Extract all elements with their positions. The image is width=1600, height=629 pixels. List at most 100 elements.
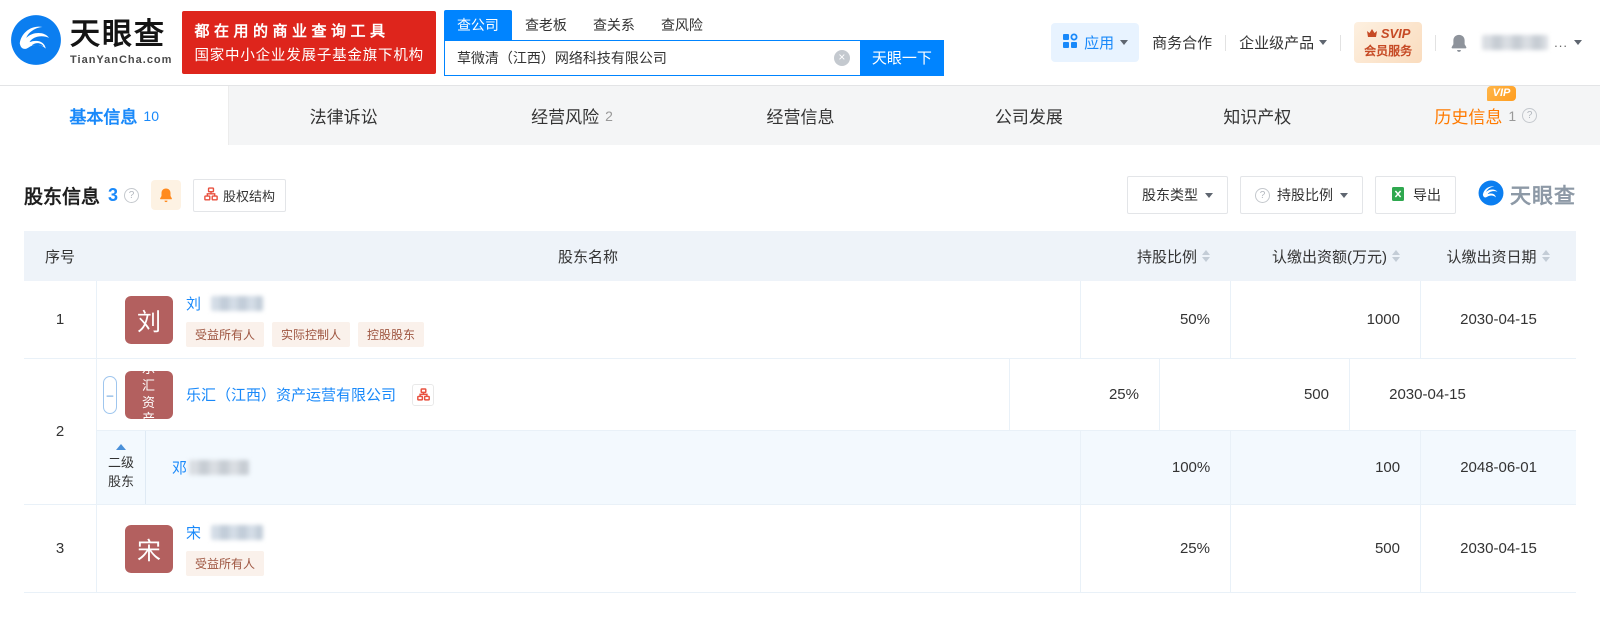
search-tab-risk[interactable]: 查风险 — [648, 10, 716, 40]
holding-ratio-filter[interactable]: 持股比例 — [1240, 176, 1363, 214]
redacted-name — [211, 295, 264, 311]
chevron-down-icon — [1319, 40, 1328, 45]
col-header-amount[interactable]: 认缴出资额(万元) — [1230, 246, 1420, 267]
shareholder-name-cell: 刘 刘 受益所有人 实际控制人 控股股东 — [96, 281, 1080, 358]
tianyancha-logo[interactable]: 天眼查 TianYanCha.com — [10, 14, 172, 71]
tab-count: 2 — [605, 107, 613, 124]
divider — [1435, 34, 1437, 51]
subscribed-date-value: 2030-04-15 — [1420, 281, 1576, 358]
search-tab-boss[interactable]: 查老板 — [512, 10, 580, 40]
col-header-no: 序号 — [44, 248, 75, 266]
table-header-row: 序号 股东名称 持股比例 认缴出资额(万元) 认缴出资日期 — [24, 231, 1576, 281]
search-area: 查公司 查老板 查关系 查风险 天眼一下 — [443, 9, 944, 76]
row-number: 2 — [55, 423, 65, 440]
search-input[interactable] — [443, 39, 860, 76]
holding-ratio-value: 100% — [1080, 431, 1230, 504]
banner-line2: 国家中小企业发展子基金旗下机构 — [194, 48, 424, 64]
second-level-label: 二级股东 — [97, 431, 146, 504]
shareholder-name-cell: 邓 — [146, 431, 1080, 504]
equity-structure-icon[interactable] — [412, 383, 435, 406]
sort-icon[interactable] — [1541, 250, 1550, 262]
holding-ratio-value: 50% — [1080, 281, 1230, 358]
table-row: 3 宋 宋 受益所有人 25% 500 2030-04-15 — [24, 505, 1576, 593]
tab-count: 10 — [143, 107, 159, 124]
redacted-name — [188, 460, 249, 475]
tab-intellectual-property[interactable]: 知识产权 — [1143, 86, 1371, 145]
subscribed-amount-value: 100 — [1230, 431, 1420, 504]
tianyancha-watermark-icon — [1478, 180, 1504, 211]
tab-operation-info[interactable]: 经营信息 — [686, 86, 914, 145]
subscribed-date-value: 2030-04-15 — [1349, 359, 1505, 430]
shareholder-name-cell: 宋 宋 受益所有人 — [96, 505, 1080, 592]
notifications-bell-icon[interactable] — [1449, 33, 1469, 53]
header: 天眼查 TianYanCha.com 都在用的商业查询工具 国家中小企业发展子基… — [0, 0, 1600, 85]
svip-membership-button[interactable]: SVIP 会员服务 — [1354, 22, 1423, 63]
subscribed-date-value: 2048-06-01 — [1420, 431, 1576, 504]
chevron-down-icon — [1120, 40, 1129, 45]
vip-badge: VIP — [1486, 86, 1517, 101]
search-tab-company[interactable]: 查公司 — [443, 9, 512, 40]
tab-company-development[interactable]: 公司发展 — [915, 86, 1143, 145]
logo-title: 天眼查 — [70, 17, 166, 51]
role-tag: 受益所有人 — [186, 550, 265, 576]
tab-operation-risk[interactable]: 经营风险 2 — [458, 86, 686, 145]
equity-structure-button[interactable]: 股权结构 — [193, 178, 287, 212]
user-name-ellipsis: ... — [1554, 35, 1568, 50]
enterprise-products-link[interactable]: 企业级产品 — [1239, 32, 1328, 53]
shareholder-link[interactable]: 宋 — [186, 522, 201, 543]
search-tabs: 查公司 查老板 查关系 查风险 — [443, 9, 944, 40]
row-number: 3 — [55, 540, 65, 557]
sort-icon[interactable] — [1392, 250, 1400, 262]
col-header-ratio[interactable]: 持股比例 — [1080, 246, 1230, 267]
apps-menu-label: 应用 — [1084, 35, 1115, 52]
role-tag: 受益所有人 — [186, 321, 265, 347]
main-content: 股东信息 3 股权结构 股东类型 持股比例 — [0, 175, 1600, 593]
excel-icon — [1390, 186, 1406, 205]
org-chart-icon — [204, 186, 218, 204]
subscribed-amount-value: 500 — [1159, 359, 1349, 430]
app-grid-icon — [1062, 33, 1078, 53]
section-count: 3 — [108, 184, 119, 205]
shareholder-type-filter[interactable]: 股东类型 — [1127, 176, 1228, 214]
search-button[interactable]: 天眼一下 — [859, 39, 944, 76]
export-button[interactable]: 导出 — [1375, 176, 1456, 214]
help-icon[interactable] — [124, 187, 140, 203]
avatar: 刘 — [125, 295, 173, 344]
shareholder-link[interactable]: 刘 — [186, 293, 201, 314]
tab-basic-info[interactable]: 基本信息 10 — [0, 86, 230, 145]
user-account-menu[interactable]: ... — [1482, 35, 1582, 50]
subscribed-amount-value: 500 — [1230, 505, 1420, 592]
help-icon[interactable] — [1522, 108, 1538, 123]
role-tag: 实际控制人 — [272, 321, 351, 347]
shareholder-name-cell: 乐汇资产 乐汇（江西）资产运营有限公司 — [97, 359, 1009, 430]
redacted-name — [211, 524, 264, 540]
chevron-down-icon — [1340, 192, 1348, 198]
tianyancha-logo-icon — [10, 14, 62, 71]
sort-icon[interactable] — [1202, 250, 1210, 262]
crown-icon — [1366, 26, 1378, 41]
holding-ratio-value: 25% — [1009, 359, 1159, 430]
search-tab-relation[interactable]: 查关系 — [580, 10, 648, 40]
divider — [1340, 34, 1342, 51]
table-row: 1 刘 刘 受益所有人 实际控制人 控股股东 50% 1000 2030-04-… — [24, 281, 1576, 359]
shareholder-link[interactable]: 乐汇（江西）资产运营有限公司 — [186, 384, 396, 405]
watermark-text: 天眼查 — [1510, 185, 1576, 208]
subscribed-date-value: 2030-04-15 — [1420, 505, 1576, 592]
collapse-triangle-icon[interactable] — [115, 443, 126, 450]
shareholder-section-header: 股东信息 3 股权结构 股东类型 持股比例 — [24, 175, 1576, 215]
business-coop-link[interactable]: 商务合作 — [1152, 32, 1212, 53]
tab-legal-proceedings[interactable]: 法律诉讼 — [229, 86, 457, 145]
collapse-button[interactable] — [103, 375, 117, 414]
shareholder-table: 序号 股东名称 持股比例 认缴出资额(万元) 认缴出资日期 1 刘 刘 受益所有… — [24, 231, 1576, 593]
divider — [1225, 34, 1227, 51]
clear-search-icon[interactable] — [833, 49, 850, 66]
tab-count: 1 — [1508, 107, 1517, 124]
holding-ratio-value: 25% — [1080, 505, 1230, 592]
help-icon — [1255, 187, 1270, 203]
tab-history-info[interactable]: 历史信息 VIP 1 — [1372, 86, 1600, 145]
shareholder-link[interactable]: 邓 — [172, 457, 187, 478]
subscribe-bell-button[interactable] — [151, 180, 182, 210]
col-header-date[interactable]: 认缴出资日期 — [1420, 246, 1576, 267]
apps-menu-button[interactable]: 应用 — [1051, 23, 1140, 62]
parent-shareholder-row: 乐汇资产 乐汇（江西）资产运营有限公司 25% 500 2030-0 — [97, 359, 1576, 431]
